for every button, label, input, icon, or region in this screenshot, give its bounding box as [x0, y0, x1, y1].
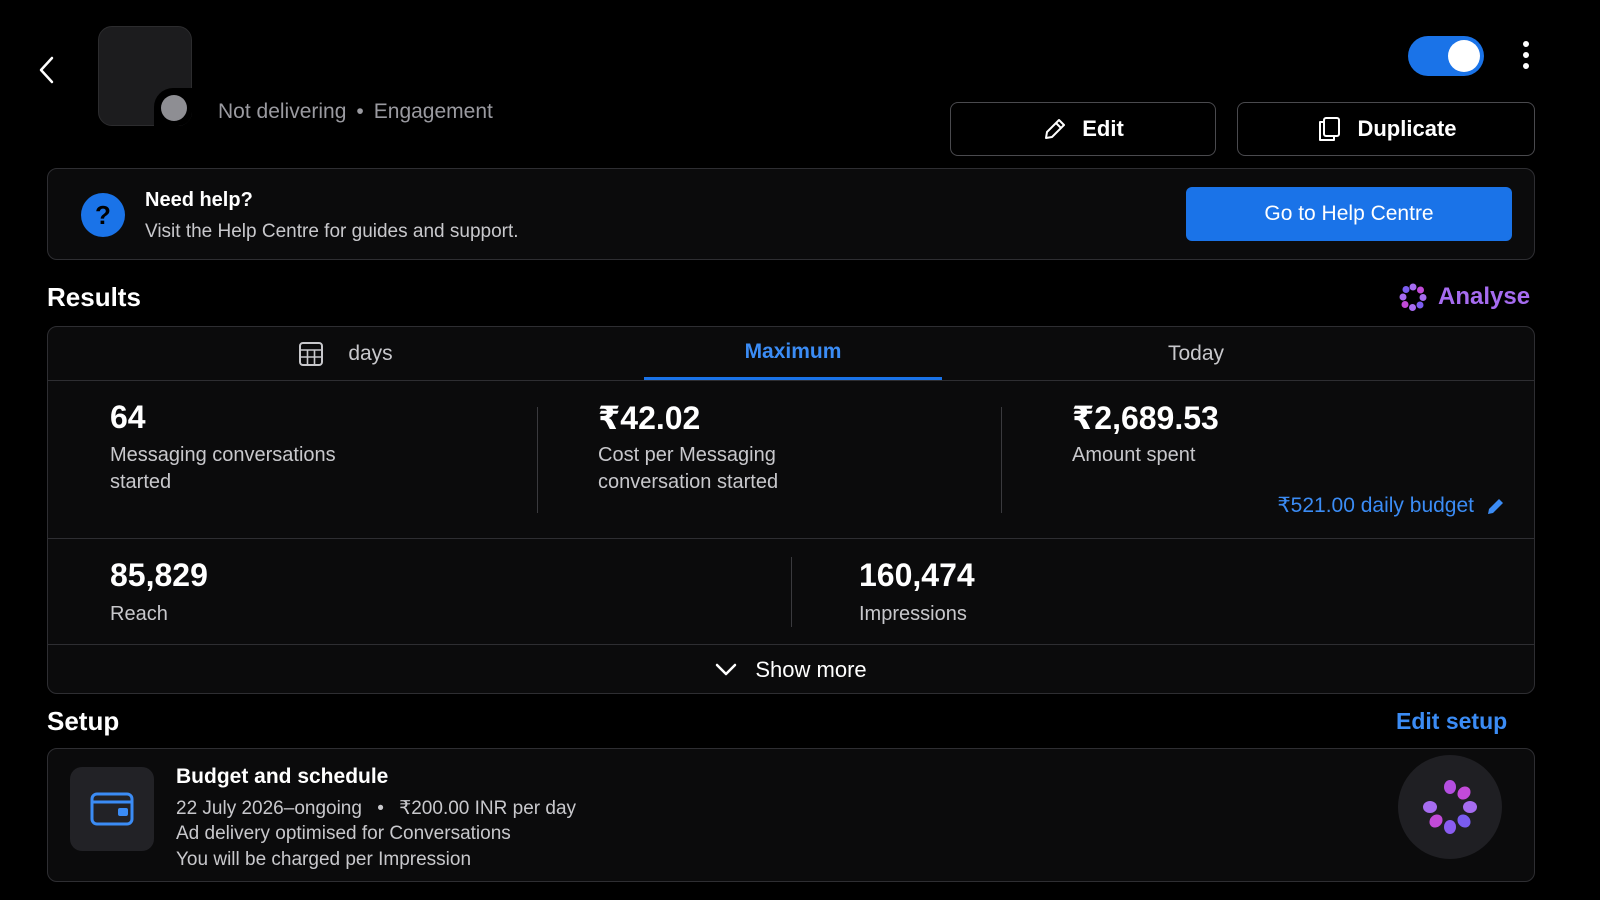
- more-options-icon[interactable]: [1516, 38, 1536, 72]
- metric-divider: [791, 557, 792, 627]
- charge-text: You will be charged per Impression: [176, 849, 472, 870]
- tab-days[interactable]: days: [48, 327, 643, 380]
- daily-budget-label: ₹521.00 daily budget: [1277, 494, 1474, 517]
- duplicate-button[interactable]: Duplicate: [1237, 102, 1535, 156]
- wallet-icon-container: [70, 767, 154, 851]
- ad-toggle[interactable]: [1408, 36, 1484, 76]
- schedule-dates: 22 July 2026–ongoing: [176, 798, 362, 819]
- duplicate-label: Duplicate: [1357, 116, 1457, 141]
- date-range-tabs: days Maximum Today: [48, 327, 1534, 381]
- help-description: Visit the Help Centre for guides and sup…: [145, 221, 519, 242]
- edit-button[interactable]: Edit: [950, 102, 1216, 156]
- back-button[interactable]: [36, 56, 60, 84]
- status-dot: [154, 88, 192, 126]
- metric-divider: [1001, 407, 1002, 513]
- metric-label-cost-per-conversation: Cost per Messaging conversation started: [598, 444, 779, 493]
- metric-label-impressions: Impressions: [859, 603, 967, 625]
- metric-value-conversations: 64: [110, 399, 146, 435]
- budget-schedule-title: Budget and schedule: [176, 765, 389, 788]
- chevron-down-icon: [716, 663, 737, 676]
- tab-today[interactable]: Today: [1048, 327, 1344, 380]
- budget-schedule-line: 22 July 2026–ongoing • ₹200.00 INR per d…: [176, 798, 577, 819]
- ai-sparkle-icon: [1423, 780, 1477, 834]
- analyse-label: Analyse: [1438, 283, 1531, 310]
- wallet-icon: [90, 792, 134, 826]
- question-icon: ?: [81, 193, 125, 237]
- help-card: ? Need help? Visit the Help Centre for g…: [47, 168, 1535, 260]
- metric-divider: [537, 407, 538, 513]
- setup-title: Setup: [47, 706, 120, 736]
- ad-subtitle: Not delivering • Engagement: [218, 100, 493, 123]
- analyse-button[interactable]: Analyse: [1398, 282, 1530, 312]
- ad-title-redacted: [212, 8, 872, 104]
- pencil-icon: [1045, 119, 1066, 139]
- metric-label-reach: Reach: [110, 603, 168, 625]
- edit-setup-link[interactable]: Edit setup: [1396, 708, 1507, 735]
- help-centre-button[interactable]: Go to Help Centre: [1186, 187, 1512, 241]
- toggle-knob: [1448, 40, 1480, 72]
- duplicate-icon: [1319, 117, 1341, 141]
- metric-value-impressions: 160,474: [859, 557, 975, 593]
- metric-label-conversations: Messaging conversations started: [110, 444, 336, 493]
- show-more-label: Show more: [755, 657, 867, 682]
- metric-value-amount-spent: ₹2,689.53: [1072, 400, 1219, 436]
- ai-assistant-button[interactable]: [1398, 755, 1502, 859]
- results-title: Results: [47, 282, 141, 312]
- chevron-left-icon: [39, 56, 54, 84]
- show-more-button[interactable]: Show more: [48, 645, 1534, 695]
- metric-label-amount-spent: Amount spent: [1072, 444, 1196, 466]
- budget-amount: ₹200.00 INR per day: [399, 798, 577, 819]
- metric-value-cost-per-conversation: ₹42.02: [598, 400, 701, 436]
- calendar-icon: [299, 341, 324, 366]
- help-title: Need help?: [145, 189, 253, 211]
- daily-budget-link[interactable]: ₹521.00 daily budget: [1277, 493, 1506, 518]
- budget-schedule-card: Budget and schedule 22 July 2026–ongoing…: [47, 748, 1535, 882]
- ad-objective: Engagement: [373, 100, 493, 123]
- results-card: days Maximum Today 64 Messaging conversa…: [47, 326, 1535, 694]
- ad-thumbnail: [98, 26, 192, 126]
- metric-value-reach: 85,829: [110, 557, 208, 593]
- tab-maximum[interactable]: Maximum: [644, 327, 942, 380]
- tab-days-label: days: [348, 341, 393, 365]
- edit-label: Edit: [1082, 116, 1124, 141]
- optimisation-text: Ad delivery optimised for Conversations: [176, 823, 511, 844]
- ai-sparkle-icon: [1399, 283, 1427, 311]
- pencil-icon: [1488, 498, 1503, 514]
- row-divider: [48, 538, 1534, 539]
- delivery-status: Not delivering: [218, 100, 347, 123]
